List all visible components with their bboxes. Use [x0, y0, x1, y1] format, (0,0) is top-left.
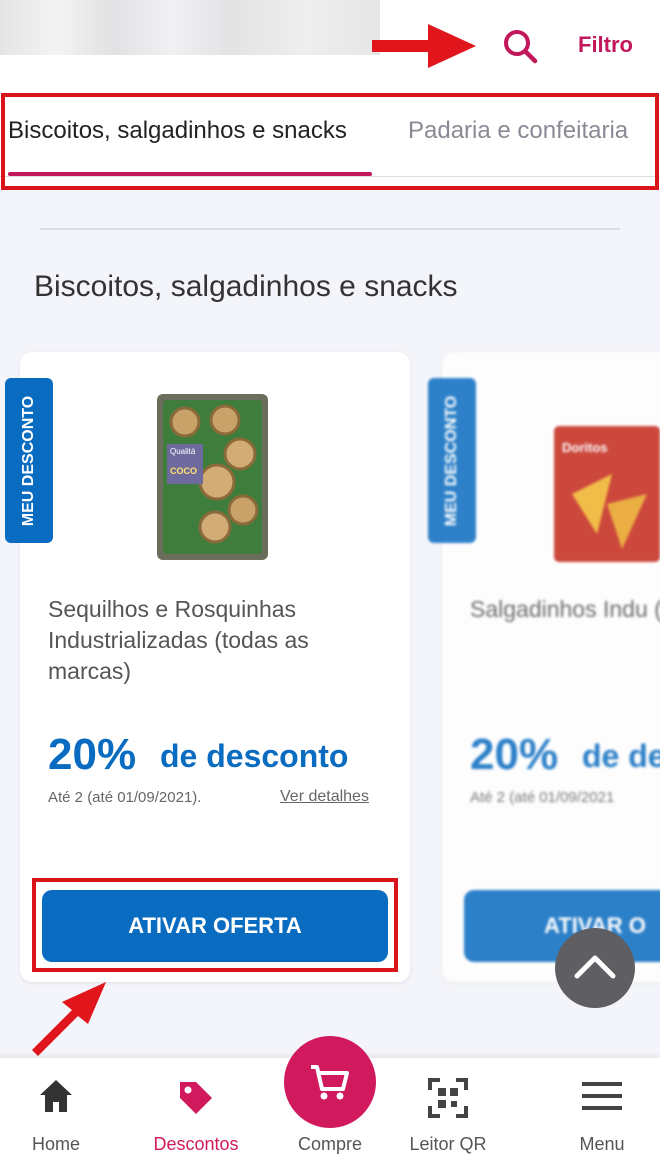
- blurred-header-block: [0, 0, 380, 55]
- tag-icon: [180, 1082, 212, 1114]
- nav-leitor-qr[interactable]: Leitor QR: [388, 1058, 508, 1173]
- discount-percent: 20%: [48, 730, 137, 779]
- my-discount-badge: MEU DESCONTO: [428, 378, 476, 543]
- nav-home-label: Home: [31, 1134, 80, 1154]
- annotation-highlight-tabs: [1, 93, 659, 190]
- annotation-highlight-button: [32, 878, 398, 972]
- product-image: Qualitá COCO: [157, 394, 268, 560]
- qr-scan-icon: [428, 1078, 468, 1118]
- annotation-arrow-bottom: [32, 982, 106, 1056]
- scroll-to-top-button[interactable]: [555, 928, 635, 1008]
- details-link[interactable]: Ver detalhes: [280, 788, 369, 806]
- product-image: Doritos: [554, 426, 660, 562]
- search-button[interactable]: [500, 26, 540, 66]
- nav-menu[interactable]: Menu: [542, 1058, 660, 1173]
- svg-text:Qualitá: Qualitá: [170, 447, 196, 456]
- annotation-arrow-top: [372, 24, 476, 68]
- nav-descontos[interactable]: Descontos: [136, 1058, 256, 1173]
- product-name: Salgadinhos Indu (exceto batata p: [470, 596, 660, 622]
- top-bar: Filtro: [0, 0, 660, 90]
- svg-text:COCO: COCO: [170, 466, 197, 476]
- svg-text:Doritos: Doritos: [562, 440, 608, 455]
- discount-percent: 20%: [470, 730, 559, 779]
- compre-cart-button[interactable]: [284, 1036, 376, 1128]
- chevron-up-icon: [574, 955, 616, 979]
- section-title: Biscoitos, salgadinhos e snacks: [34, 270, 458, 303]
- home-icon: [40, 1080, 72, 1112]
- nav-leitor-qr-label: Leitor QR: [409, 1134, 487, 1154]
- search-icon: [504, 30, 538, 64]
- offer-limit: Até 2 (até 01/09/2021).: [48, 789, 202, 806]
- cart-icon: [311, 1065, 349, 1100]
- product-name: Sequilhos e Rosquinhas Industrializadas …: [48, 596, 309, 684]
- offer-limit: Até 2 (até 01/09/2021: [470, 789, 615, 806]
- nav-compre-label: Compre: [297, 1134, 363, 1154]
- discount-label: de desconto: [160, 738, 349, 774]
- nav-descontos-label: Descontos: [153, 1134, 239, 1154]
- filter-button[interactable]: Filtro: [578, 32, 633, 58]
- discount-label: de de: [582, 738, 660, 774]
- section-divider: [40, 228, 620, 230]
- menu-icon: [582, 1082, 622, 1110]
- my-discount-badge: MEU DESCONTO: [5, 378, 53, 543]
- nav-home[interactable]: Home: [0, 1058, 116, 1173]
- nav-menu-label: Menu: [579, 1134, 625, 1154]
